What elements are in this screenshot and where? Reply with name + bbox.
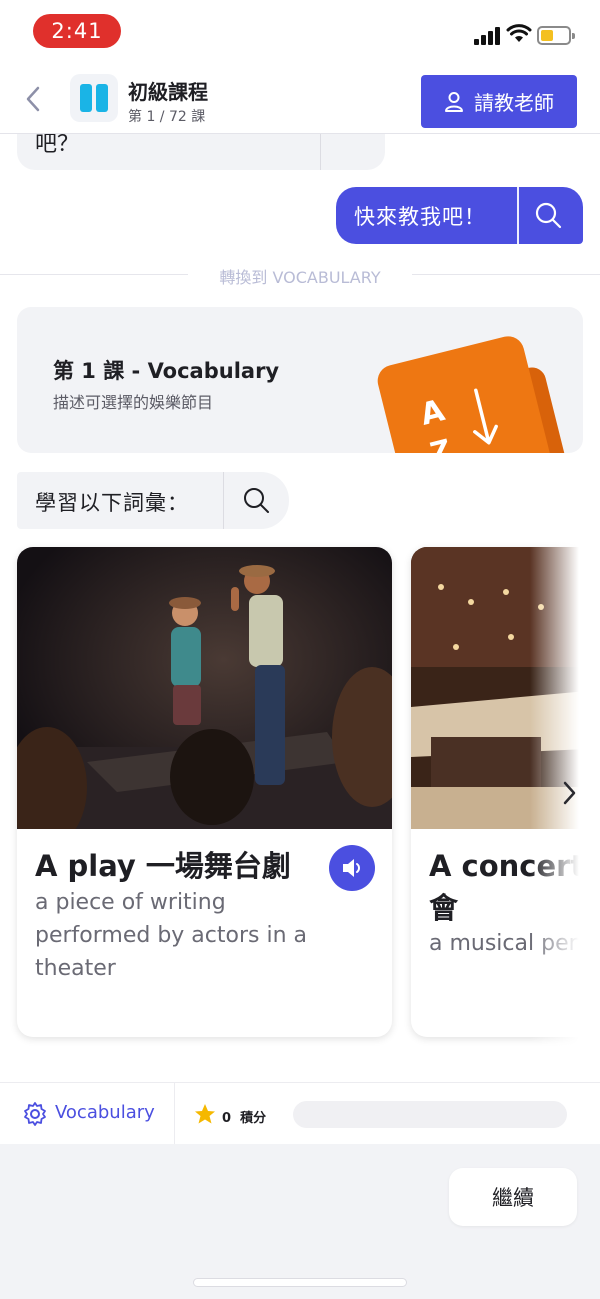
footer: 繼續 (0, 1144, 600, 1299)
search-icon[interactable] (242, 486, 270, 514)
vocab-word: A concert 一 (429, 849, 600, 883)
wifi-icon (506, 24, 532, 42)
app-screen: 2:41 初級課程 第 1 / 72 課 請教老師 吧？ 快來教我吧！ 轉換到 … (0, 0, 600, 1299)
bubble-divider (517, 187, 519, 244)
learn-vocab-label: 學習以下詞彙： (35, 491, 189, 515)
learn-vocab-bubble: 學習以下詞彙： (17, 472, 289, 529)
ask-teacher-label: 請教老師 (474, 91, 554, 115)
user-message-bubble: 快來教我吧！ (336, 187, 583, 244)
cellular-signal-icon (474, 27, 502, 45)
lesson-progress-bar (293, 1101, 567, 1128)
vocab-definition-line: a musical perfor (429, 931, 600, 956)
chevron-right-icon[interactable] (556, 778, 582, 808)
continue-button[interactable]: 繼續 (449, 1168, 577, 1226)
lesson-card[interactable]: 第 1 課 - Vocabulary 描述可選擇的娛樂節目 A Z (17, 307, 583, 453)
bar-divider (174, 1083, 175, 1145)
theater-play-photo (17, 547, 392, 829)
points-text: 0 積分 (222, 1111, 267, 1126)
vocab-word-continued: 會 (429, 891, 459, 925)
play-audio-button[interactable] (329, 845, 375, 891)
lesson-status-bar: Vocabulary 0 積分 (0, 1082, 600, 1145)
mode-label[interactable]: Vocabulary (55, 1102, 155, 1123)
bubble-divider (223, 472, 224, 529)
course-progress-text: 第 1 / 72 課 (128, 109, 206, 125)
vocab-definition-line: theater (35, 956, 116, 981)
person-icon (445, 91, 463, 112)
home-indicator[interactable] (193, 1278, 407, 1287)
ask-teacher-button[interactable]: 請教老師 (421, 75, 577, 128)
speaker-icon (343, 859, 360, 877)
vocab-definition-line: a piece of writing (35, 890, 226, 915)
status-time: 2:41 (33, 14, 121, 48)
lesson-subtitle: 描述可選擇的娛樂節目 (53, 393, 214, 412)
search-icon[interactable] (534, 201, 562, 229)
back-button[interactable] (18, 82, 48, 116)
vocab-definition-line: performed by actors in a (35, 923, 308, 948)
mode-switch-label: 轉換到 VOCABULARY (219, 268, 381, 287)
vocab-word: A play 一場舞台劇 (35, 849, 291, 883)
vocab-card[interactable]: A play 一場舞台劇 a piece of writing performe… (17, 547, 392, 1037)
chevron-left-icon (26, 86, 40, 112)
lesson-title: 第 1 課 - Vocabulary (53, 359, 280, 383)
app-logo (70, 74, 118, 122)
lesson-header: 初級課程 第 1 / 72 課 請教老師 (0, 62, 600, 134)
star-icon (195, 1104, 215, 1124)
mode-switch-divider: 轉換到 VOCABULARY (0, 262, 600, 287)
user-message-text: 快來教我吧！ (354, 205, 486, 229)
course-title: 初級課程 (128, 80, 208, 104)
status-bar: 2:41 (0, 0, 600, 62)
battery-icon (537, 26, 575, 45)
gear-icon[interactable] (22, 1101, 48, 1127)
